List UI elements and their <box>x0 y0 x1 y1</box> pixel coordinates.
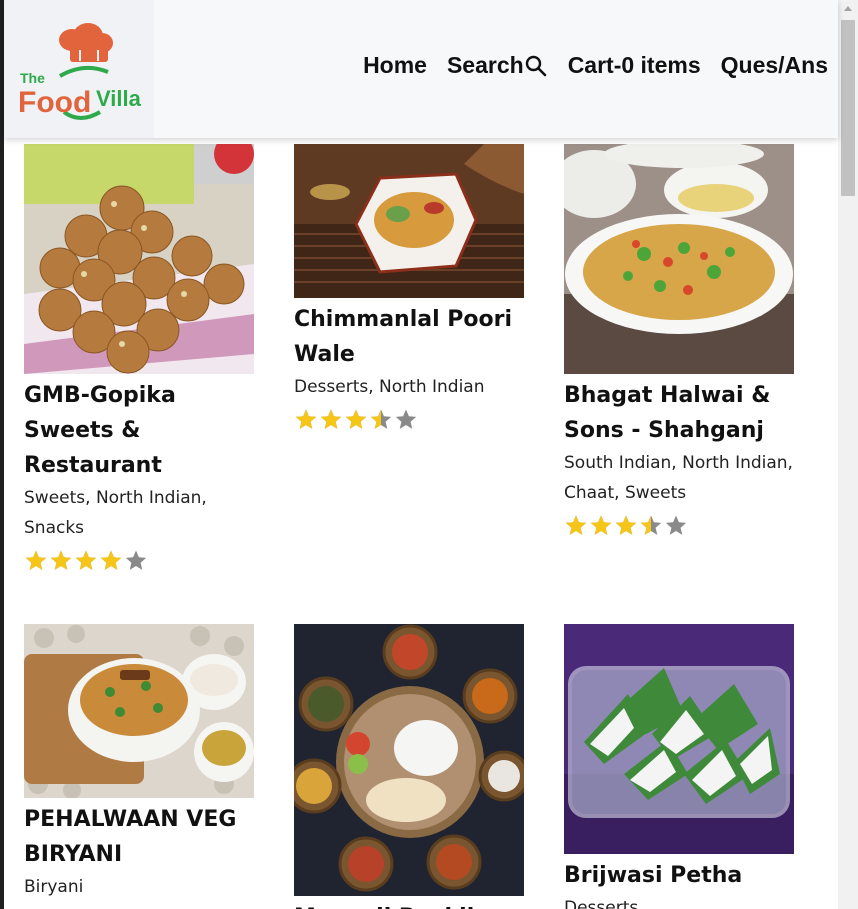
rating-stars <box>24 549 254 573</box>
restaurant-card[interactable]: Bhagat Halwai & Sons - Shahganj South In… <box>564 144 794 538</box>
star-icon <box>50 550 72 570</box>
restaurant-card[interactable]: Mama ji Ruckli <box>294 624 524 909</box>
star-icon <box>75 550 97 570</box>
nav-qa[interactable]: Ques/Ans <box>721 52 828 79</box>
main-nav: Home Search Cart-0 items Ques/Ans <box>363 52 828 79</box>
restaurant-name: GMB-Gopika Sweets & Restaurant <box>24 383 176 478</box>
restaurant-image <box>24 624 254 798</box>
restaurant-image <box>294 144 524 298</box>
site-header: The Food Villa Home Search Cart-0 items … <box>4 0 838 138</box>
logo-the: The <box>20 70 45 86</box>
restaurant-cuisines: Biryani <box>24 877 84 897</box>
logo[interactable]: The Food Villa <box>4 0 154 138</box>
nav-cart[interactable]: Cart-0 items <box>568 52 701 79</box>
nav-home[interactable]: Home <box>363 52 427 79</box>
restaurant-image <box>24 144 254 374</box>
restaurant-cuisines: Desserts <box>564 898 639 909</box>
star-icon <box>320 409 342 429</box>
restaurant-name: Brijwasi Petha <box>564 863 743 888</box>
scroll-up-arrow-icon[interactable] <box>844 6 852 11</box>
star-icon <box>295 409 317 429</box>
restaurant-card[interactable]: PEHALWAAN VEG BIRYANI Biryani <box>24 624 254 902</box>
star-icon <box>25 550 47 570</box>
restaurant-image <box>564 624 794 854</box>
star-icon <box>590 515 612 535</box>
star-icon <box>565 515 587 535</box>
star-icon <box>640 515 662 535</box>
star-icon <box>345 409 367 429</box>
rating-stars <box>294 408 524 432</box>
chef-hat-logo-icon: The Food Villa <box>18 23 142 120</box>
scroll-thumb[interactable] <box>841 20 855 196</box>
logo-villa: Villa <box>96 86 142 111</box>
restaurant-cuisines: Sweets, North Indian, Snacks <box>24 488 207 538</box>
rating-stars <box>564 514 794 538</box>
restaurant-image <box>564 144 794 374</box>
restaurant-cuisines: South Indian, North Indian, Chaat, Sweet… <box>564 453 793 503</box>
restaurant-name: Mama ji Ruckli <box>294 900 524 909</box>
restaurant-card[interactable]: GMB-Gopika Sweets & Restaurant Sweets, N… <box>24 144 254 573</box>
vertical-scrollbar[interactable] <box>838 0 858 909</box>
search-icon <box>525 55 546 76</box>
star-icon <box>665 515 687 535</box>
star-icon <box>395 409 417 429</box>
nav-search[interactable]: Search <box>447 52 548 79</box>
star-icon <box>615 515 637 535</box>
restaurant-image <box>294 624 524 896</box>
restaurant-name: Bhagat Halwai & Sons - Shahganj <box>564 383 771 443</box>
star-icon <box>100 550 122 570</box>
restaurant-card[interactable]: Chimmanlal Poori Wale Desserts, North In… <box>294 144 524 432</box>
restaurant-cuisines: Desserts, North Indian <box>294 377 485 397</box>
star-icon <box>370 409 392 429</box>
star-icon <box>125 550 147 570</box>
restaurant-card[interactable]: Brijwasi Petha Desserts <box>564 624 794 909</box>
restaurant-name: Chimmanlal Poori Wale <box>294 307 513 367</box>
logo-food: Food <box>18 86 91 119</box>
nav-search-label: Search <box>446 52 524 78</box>
restaurant-name: PEHALWAAN VEG BIRYANI <box>24 807 237 867</box>
